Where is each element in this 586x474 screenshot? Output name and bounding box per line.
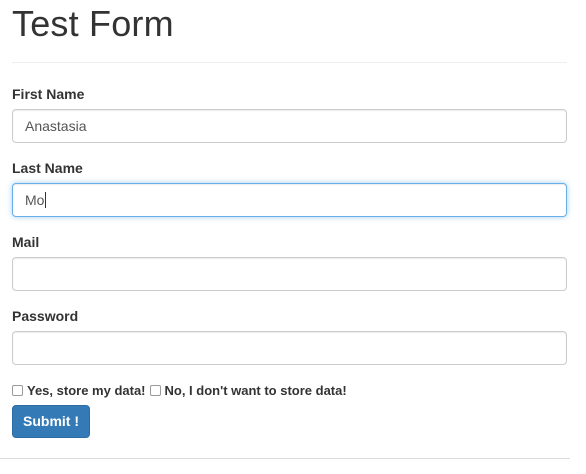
mail-label: Mail: [12, 234, 40, 250]
last-name-value: Mo: [25, 192, 45, 208]
password-field[interactable]: [12, 331, 567, 365]
consent-no-label[interactable]: No, I don't want to store data!: [165, 383, 347, 398]
consent-options: Yes, store my data! No, I don't want to …: [12, 382, 351, 398]
first-name-value: Anastasia: [25, 118, 87, 134]
last-name-label: Last Name: [12, 160, 83, 176]
page-title: Test Form: [12, 3, 174, 44]
last-name-field[interactable]: Mo: [12, 183, 567, 217]
mail-field[interactable]: [12, 257, 567, 291]
first-name-field[interactable]: Anastasia: [12, 109, 567, 143]
first-name-label: First Name: [12, 86, 85, 102]
password-label: Password: [12, 308, 79, 324]
consent-yes-checkbox[interactable]: [12, 384, 23, 396]
consent-yes-label[interactable]: Yes, store my data!: [27, 383, 146, 398]
submit-button[interactable]: Submit !: [12, 405, 90, 438]
text-cursor: [45, 192, 47, 209]
title-divider: [12, 62, 567, 63]
bottom-divider: [0, 458, 570, 459]
consent-no-checkbox[interactable]: [149, 384, 161, 396]
